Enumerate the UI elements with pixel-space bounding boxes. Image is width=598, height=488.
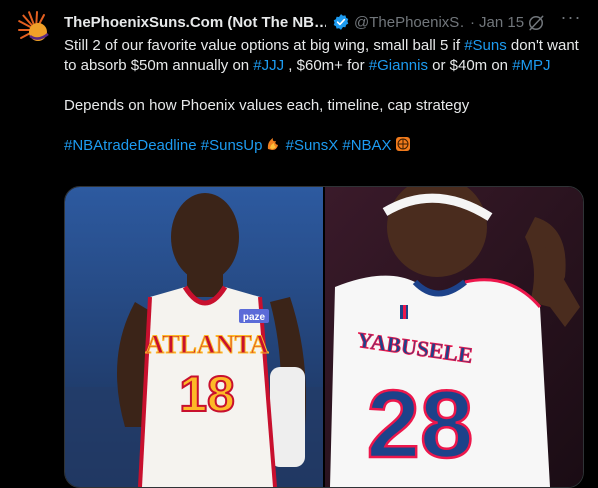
basketball-emoji [395, 136, 411, 152]
jersey-number-right: 28 [367, 371, 474, 478]
hashtag-suns[interactable]: #Suns [464, 37, 507, 54]
hashtag-nbax[interactable]: #NBAX [342, 137, 391, 154]
tweet-card[interactable]: ThePhoenixSuns.Com (Not The NB… @ThePhoe… [0, 0, 598, 488]
hashtag-sunsx[interactable]: #SunsX [286, 137, 339, 154]
jersey-number-left: 18 [179, 366, 235, 422]
header-separator: · [470, 13, 475, 31]
grok-icon[interactable] [526, 13, 546, 33]
more-options-icon[interactable]: ··· [560, 8, 582, 32]
hashtag-giannis[interactable]: #Giannis [369, 57, 428, 74]
hashtag-mpj[interactable]: #MPJ [512, 57, 550, 74]
display-name[interactable]: ThePhoenixSuns.Com (Not The NB… [64, 14, 326, 31]
suns-flame-emoji [265, 136, 281, 152]
tweet-date[interactable]: Jan 15 [479, 14, 524, 31]
hashtag-sunsup[interactable]: #SunsUp [201, 137, 263, 154]
tweet-media: paze ATLANTA 18 YABUSELE 28 [64, 186, 584, 488]
jersey-patch: paze [243, 312, 266, 323]
photo-left[interactable]: paze ATLANTA 18 [65, 187, 323, 487]
user-handle[interactable]: @ThePhoenixS… [354, 14, 466, 31]
hashtag-nbatradedeadline[interactable]: #NBAtradeDeadline [64, 137, 197, 154]
text-segment: Still 2 of our favorite value options at… [64, 37, 465, 54]
avatar[interactable] [16, 10, 56, 50]
verified-badge-icon[interactable] [332, 13, 350, 31]
text-segment: , $60m+ for [284, 57, 369, 74]
tweet-paragraph-2: Depends on how Phoenix values each, time… [64, 97, 470, 114]
tweet-text: Still 2 of our favorite value options at… [64, 36, 584, 176]
jersey-team-text: ATLANTA [145, 330, 268, 359]
tweet-hashtags: #NBAtradeDeadline #SunsUp #SunsX #NBAX [64, 136, 584, 156]
hashtag-jjj[interactable]: #JJJ [253, 57, 284, 74]
tweet-header: ThePhoenixSuns.Com (Not The NB… @ThePhoe… [64, 8, 586, 33]
photo-right[interactable]: YABUSELE 28 [325, 187, 583, 487]
tweet-paragraph-1: Still 2 of our favorite value options at… [64, 36, 584, 76]
suns-logo-avatar [16, 10, 56, 50]
text-segment: or $40m on [427, 57, 513, 74]
